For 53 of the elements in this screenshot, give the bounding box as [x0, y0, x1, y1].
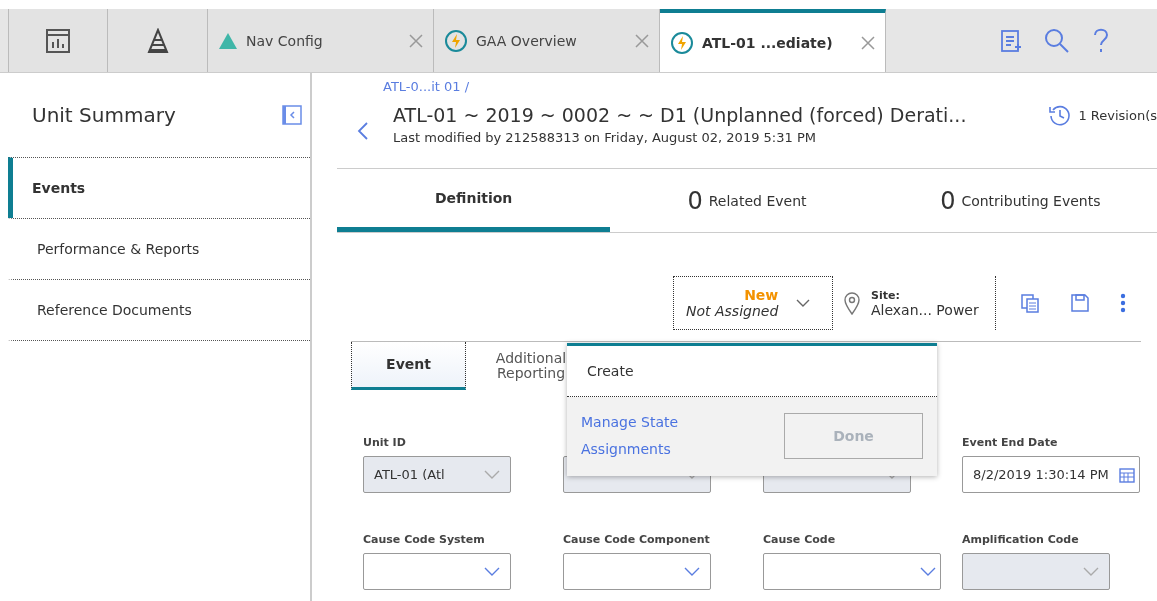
site-value: Alexan... Power [871, 301, 979, 318]
field-label: Unit ID [363, 436, 407, 450]
chart-icon [45, 27, 71, 54]
record-tab[interactable]: 0 Contributing Events [883, 169, 1157, 232]
close-icon[interactable] [861, 35, 875, 50]
collapse-icon[interactable] [282, 105, 302, 125]
field-label: Event End Date [962, 436, 1059, 450]
create-menu-item[interactable]: Create [567, 346, 937, 397]
app-tab[interactable]: ATL-01 ...ediate) [660, 9, 886, 72]
sidebar-item[interactable]: Reference Documents [8, 279, 310, 341]
record-title: ATL-01 ~ 2019 ~ 0002 ~ ~ D1 (Unplanned (forced) Derati... [393, 104, 968, 126]
clipboard-icon[interactable] [1000, 27, 1022, 54]
help-icon[interactable] [1092, 27, 1108, 54]
sidebar-title: Unit Summary [32, 103, 176, 127]
state-dropdown[interactable]: New Not Assigned [673, 276, 833, 330]
manage-state-link[interactable]: Manage State Assignments [581, 409, 701, 463]
field-label: Amplification Code [962, 533, 1080, 547]
input-field[interactable] [763, 553, 941, 590]
save-icon[interactable] [1069, 293, 1090, 313]
chevron-down-icon [484, 567, 500, 576]
sidebar-item[interactable]: Events [8, 157, 310, 218]
location-pin-icon [843, 291, 861, 315]
search-icon[interactable] [1044, 27, 1070, 54]
record-tab[interactable]: Definition [337, 169, 611, 232]
input-field[interactable] [363, 553, 511, 590]
site-label: Site: [871, 288, 901, 302]
triangle-icon [218, 31, 238, 50]
chevron-down-icon [484, 470, 500, 479]
history-icon[interactable] [1048, 103, 1073, 127]
bolt-circle-icon [444, 28, 468, 53]
chevron-down-icon [684, 567, 700, 576]
chevron-down-icon [796, 299, 811, 307]
breadcrumb-link[interactable]: ATL-0...it 01 / [383, 79, 1049, 94]
back-icon[interactable] [357, 121, 369, 141]
copy-icon[interactable] [1019, 293, 1040, 313]
sidebar-item[interactable]: Performance & Reports [8, 218, 310, 279]
last-modified-text: Last modified by 212588313 on Friday, August 02, 2019 5:31 PM [393, 130, 817, 145]
section-tab[interactable]: Event [351, 342, 466, 390]
field-label: Cause Code Component [563, 533, 711, 547]
revisions-link[interactable]: 1 Revision(s [1078, 107, 1157, 123]
input-field[interactable]: 8/2/2019 1:30:14 PM [962, 456, 1140, 493]
close-icon[interactable] [635, 33, 649, 48]
record-tab[interactable]: 0 Related Event [610, 169, 884, 232]
close-icon[interactable] [409, 33, 423, 48]
input-field[interactable] [563, 553, 711, 590]
field-label: Cause Code [763, 533, 837, 547]
calendar-icon[interactable] [1119, 466, 1135, 483]
chevron-down-icon [920, 567, 936, 576]
field-label: Cause Code System [363, 533, 486, 547]
bolt-circle-icon [670, 30, 694, 55]
more-options-icon[interactable] [1119, 293, 1126, 313]
chevron-down-icon [1083, 567, 1099, 576]
app-tab[interactable] [8, 9, 108, 72]
